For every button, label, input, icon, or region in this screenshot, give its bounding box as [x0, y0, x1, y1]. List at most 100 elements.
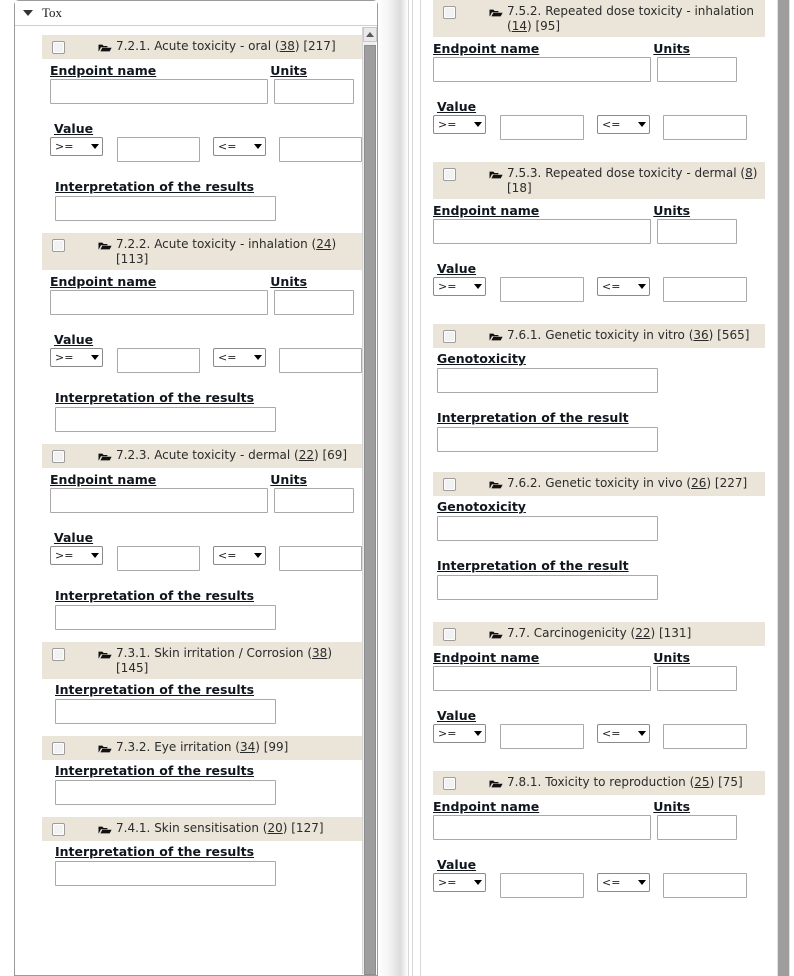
- section-link-count[interactable]: 22: [299, 448, 314, 462]
- endpoint-name-input[interactable]: [433, 57, 651, 82]
- operator-lte-select[interactable]: <=: [597, 277, 650, 296]
- section-link-count[interactable]: 25: [694, 775, 709, 789]
- checkbox-unchecked-icon[interactable]: [443, 330, 456, 343]
- units-input[interactable]: [657, 666, 737, 691]
- page-scrollbar-thumb[interactable]: [778, 0, 789, 976]
- checkbox-unchecked-icon[interactable]: [52, 742, 65, 755]
- checkbox-unchecked-icon[interactable]: [443, 777, 456, 790]
- value-max-input[interactable]: [278, 546, 362, 571]
- units-input[interactable]: [657, 219, 737, 244]
- section-header-7-3-1-[interactable]: 7.3.1. Skin irritation / Corrosion (38) …: [42, 642, 362, 679]
- section-link-count[interactable]: 26: [691, 476, 706, 490]
- section-header-7-4-1-[interactable]: 7.4.1. Skin sensitisation (20) [127]: [42, 817, 362, 841]
- operator-gte-select[interactable]: >=: [433, 115, 486, 134]
- checkbox-unchecked-icon[interactable]: [52, 450, 65, 463]
- operator-lte-select[interactable]: <=: [597, 873, 650, 892]
- checkbox-unchecked-icon[interactable]: [443, 6, 456, 19]
- units-input[interactable]: [274, 79, 354, 104]
- value-min-input[interactable]: [116, 137, 200, 162]
- section-header-7-2-1-[interactable]: 7.2.1. Acute toxicity - oral (38) [217]: [42, 35, 362, 59]
- section-header-7-6-1-[interactable]: 7.6.1. Genetic toxicity in vitro (36) [5…: [433, 324, 765, 348]
- units-input[interactable]: [657, 815, 737, 840]
- section-header-7-8-1-[interactable]: 7.8.1. Toxicity to reproduction (25) [75…: [433, 771, 765, 795]
- section-header-7-5-3-[interactable]: 7.5.3. Repeated dose toxicity - dermal (…: [433, 162, 765, 199]
- checkbox-unchecked-icon[interactable]: [52, 239, 65, 252]
- value-min-input[interactable]: [116, 348, 200, 373]
- operator-gte-select[interactable]: >=: [50, 348, 103, 367]
- tox-collapsible-header[interactable]: Tox: [15, 1, 377, 26]
- section-number: 7.2.1.: [116, 39, 151, 53]
- genotoxicity-input[interactable]: [437, 368, 658, 393]
- operator-lte-select[interactable]: <=: [213, 546, 266, 565]
- section-link-count[interactable]: 38: [312, 646, 327, 660]
- operator-gte-select[interactable]: >=: [433, 724, 486, 743]
- section-link-count[interactable]: 36: [693, 328, 708, 342]
- section-link-count[interactable]: 20: [267, 821, 282, 835]
- interpretation-input[interactable]: [437, 427, 658, 452]
- endpoint-name-input[interactable]: [50, 488, 268, 513]
- section-link-count[interactable]: 34: [240, 740, 255, 754]
- value-max-input[interactable]: [663, 873, 747, 898]
- value-max-input[interactable]: [663, 115, 747, 140]
- section-link-count[interactable]: 38: [280, 39, 295, 53]
- value-min-input[interactable]: [500, 873, 584, 898]
- interpretation-input[interactable]: [55, 605, 276, 630]
- operator-gte-select[interactable]: >=: [50, 546, 103, 565]
- section-header-7-5-2-[interactable]: 7.5.2. Repeated dose toxicity - inhalati…: [433, 0, 765, 37]
- value-max-input[interactable]: [278, 348, 362, 373]
- value-min-input[interactable]: [500, 115, 584, 140]
- value-min-input[interactable]: [116, 546, 200, 571]
- endpoint-name-input[interactable]: [433, 815, 651, 840]
- operator-lte-select[interactable]: <=: [597, 724, 650, 743]
- genotoxicity-input[interactable]: [437, 516, 658, 541]
- operator-lte-select[interactable]: <=: [213, 348, 266, 367]
- section-link-count[interactable]: 22: [635, 626, 650, 640]
- interpretation-input[interactable]: [55, 196, 276, 221]
- section-header-7-3-2-[interactable]: 7.3.2. Eye irritation (34) [99]: [42, 736, 362, 760]
- checkbox-unchecked-icon[interactable]: [443, 168, 456, 181]
- units-input[interactable]: [657, 57, 737, 82]
- interpretation-input[interactable]: [55, 780, 276, 805]
- endpoint-name-input[interactable]: [433, 666, 651, 691]
- section-header-7-7-[interactable]: 7.7. Carcinogenicity (22) [131]: [433, 622, 765, 646]
- checkbox-unchecked-icon[interactable]: [443, 628, 456, 641]
- operator-gte-select[interactable]: >=: [50, 137, 103, 156]
- operator-lte-select[interactable]: <=: [597, 115, 650, 134]
- checkbox-unchecked-icon[interactable]: [52, 648, 65, 661]
- scroll-up-arrow-icon[interactable]: [363, 27, 377, 42]
- section-header-7-2-2-[interactable]: 7.2.2. Acute toxicity - inhalation (24) …: [42, 233, 362, 270]
- endpoint-name-input[interactable]: [50, 290, 268, 315]
- left-panel-scrollbar[interactable]: [362, 27, 377, 975]
- endpoint-name-input[interactable]: [433, 219, 651, 244]
- section-title-wrap: 7.2.3. Acute toxicity - dermal (22) [69]: [98, 447, 360, 463]
- operator-lte-select[interactable]: <=: [213, 137, 266, 156]
- checkbox-unchecked-icon[interactable]: [52, 41, 65, 54]
- interpretation-input[interactable]: [55, 407, 276, 432]
- section-header-7-2-3-[interactable]: 7.2.3. Acute toxicity - dermal (22) [69]: [42, 444, 362, 468]
- checkbox-unchecked-icon[interactable]: [52, 823, 65, 836]
- interpretation-input[interactable]: [55, 699, 276, 724]
- value-max-input[interactable]: [663, 724, 747, 749]
- section-link-count[interactable]: 8: [745, 166, 753, 180]
- interpretation-input[interactable]: [437, 575, 658, 600]
- section-link-count[interactable]: 24: [316, 237, 331, 251]
- section-link-count[interactable]: 14: [512, 19, 527, 33]
- chevron-down-icon[interactable]: [23, 10, 33, 16]
- scrollbar-thumb[interactable]: [364, 45, 376, 975]
- value-min-input[interactable]: [500, 277, 584, 302]
- units-input[interactable]: [274, 488, 354, 513]
- section-header-7-6-2-[interactable]: 7.6.2. Genetic toxicity in vivo (26) [22…: [433, 472, 765, 496]
- page-scrollbar[interactable]: [772, 0, 794, 976]
- units-input[interactable]: [274, 290, 354, 315]
- endpoint-units-group: Endpoint name Units: [425, 37, 765, 82]
- checkbox-unchecked-icon[interactable]: [443, 478, 456, 491]
- value-max-input[interactable]: [663, 277, 747, 302]
- operator-gte-select[interactable]: >=: [433, 277, 486, 296]
- value-min-input[interactable]: [500, 724, 584, 749]
- endpoint-name-input[interactable]: [50, 79, 268, 104]
- interpretation-input[interactable]: [55, 861, 276, 886]
- section-title: 7.2.3. Acute toxicity - dermal (22) [69]: [116, 448, 348, 462]
- value-max-input[interactable]: [278, 137, 362, 162]
- operator-gte-select[interactable]: >=: [433, 873, 486, 892]
